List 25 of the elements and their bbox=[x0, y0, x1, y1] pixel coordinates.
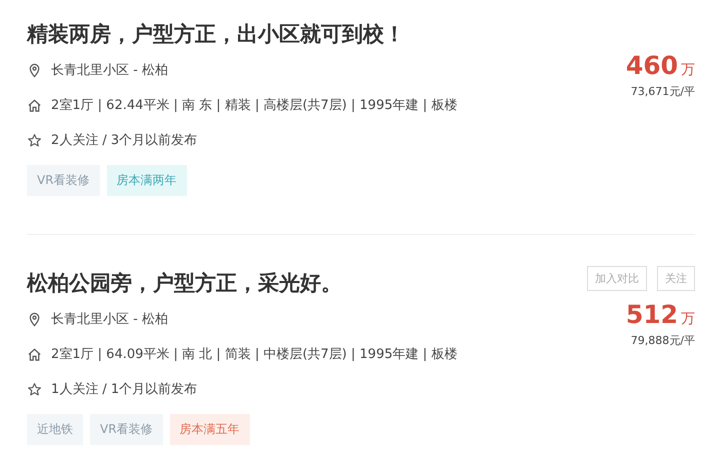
price-unit: 万 bbox=[681, 61, 695, 79]
listing-title[interactable]: 精装两房，户型方正，出小区就可到校！ bbox=[27, 20, 458, 48]
listing-tag: VR看装修 bbox=[27, 165, 100, 196]
house-details: 2室1厅 | 64.09平米 | 南 北 | 简装 | 中楼层(共7层) | 1995年建 | 板楼 bbox=[51, 346, 458, 363]
price-unit: 万 bbox=[681, 310, 695, 328]
total-price: 460 bbox=[626, 51, 678, 80]
house-icon bbox=[27, 98, 42, 112]
listing-tag: 近地铁 bbox=[27, 414, 83, 445]
listing-title[interactable]: 松柏公园旁，户型方正，采光好。 bbox=[27, 269, 458, 297]
community-link[interactable]: 长青北里小区 - 松柏 bbox=[51, 310, 168, 328]
total-price: 512 bbox=[626, 300, 678, 329]
star-icon bbox=[27, 382, 42, 396]
house-icon bbox=[27, 346, 42, 362]
unit-price: 73,671元/平 bbox=[630, 84, 695, 99]
star-icon bbox=[27, 132, 42, 148]
listing-tag: 房本满五年 bbox=[170, 414, 250, 445]
community-link[interactable]: 长青北里小区 - 松柏 bbox=[51, 61, 168, 79]
location-pin-icon bbox=[27, 312, 42, 326]
listing-tag: 房本满两年 bbox=[106, 165, 187, 196]
location-pin-icon bbox=[27, 62, 42, 78]
follow-info: 2人关注 / 3个月以前发布 bbox=[51, 132, 198, 149]
listing-tag: VR看装修 bbox=[90, 414, 163, 445]
follow-info: 1人关注 / 1个月以前发布 bbox=[51, 381, 198, 398]
house-details: 2室1厅 | 62.44平米 | 南 东 | 精装 | 高楼层(共7层) | 1995年建 | 板楼 bbox=[51, 97, 458, 114]
unit-price: 79,888元/平 bbox=[630, 333, 695, 348]
